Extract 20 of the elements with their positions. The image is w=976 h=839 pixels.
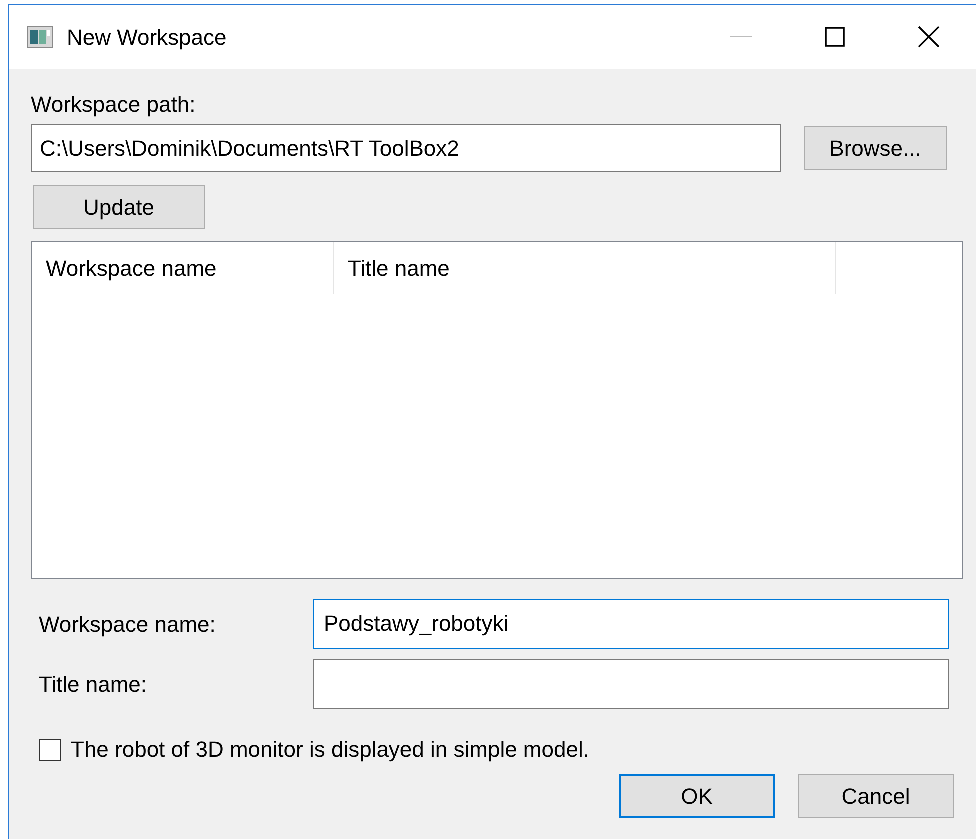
minimize-icon xyxy=(730,36,752,38)
maximize-icon xyxy=(825,27,845,47)
dialog-button[interactable]: OK xyxy=(619,774,775,818)
workspace-list[interactable]: Workspace name Title name xyxy=(31,241,963,579)
text-field[interactable]: Podstawy_robotyki xyxy=(313,599,949,649)
field-label: Workspace name: xyxy=(38,610,217,639)
checkbox[interactable] xyxy=(39,738,61,760)
app-icon xyxy=(27,26,53,48)
field-label: Title name: xyxy=(38,670,148,698)
update-button[interactable]: Update xyxy=(33,185,205,229)
path-field[interactable]: C:\Users\Dominik\Documents\RT ToolBox2 xyxy=(31,124,781,172)
browse-button[interactable]: Browse... xyxy=(804,126,947,170)
column-header[interactable]: Title name xyxy=(334,242,836,294)
checkbox-label: The robot of 3D monitor is displayed in simple model. xyxy=(71,736,590,764)
column-header[interactable]: Workspace name xyxy=(32,242,334,294)
dialog-button[interactable]: Cancel xyxy=(798,774,954,818)
window-title: New Workspace xyxy=(67,24,227,52)
path-label: Workspace path: xyxy=(31,91,197,119)
close-icon xyxy=(918,26,940,48)
text-field[interactable] xyxy=(313,659,949,709)
